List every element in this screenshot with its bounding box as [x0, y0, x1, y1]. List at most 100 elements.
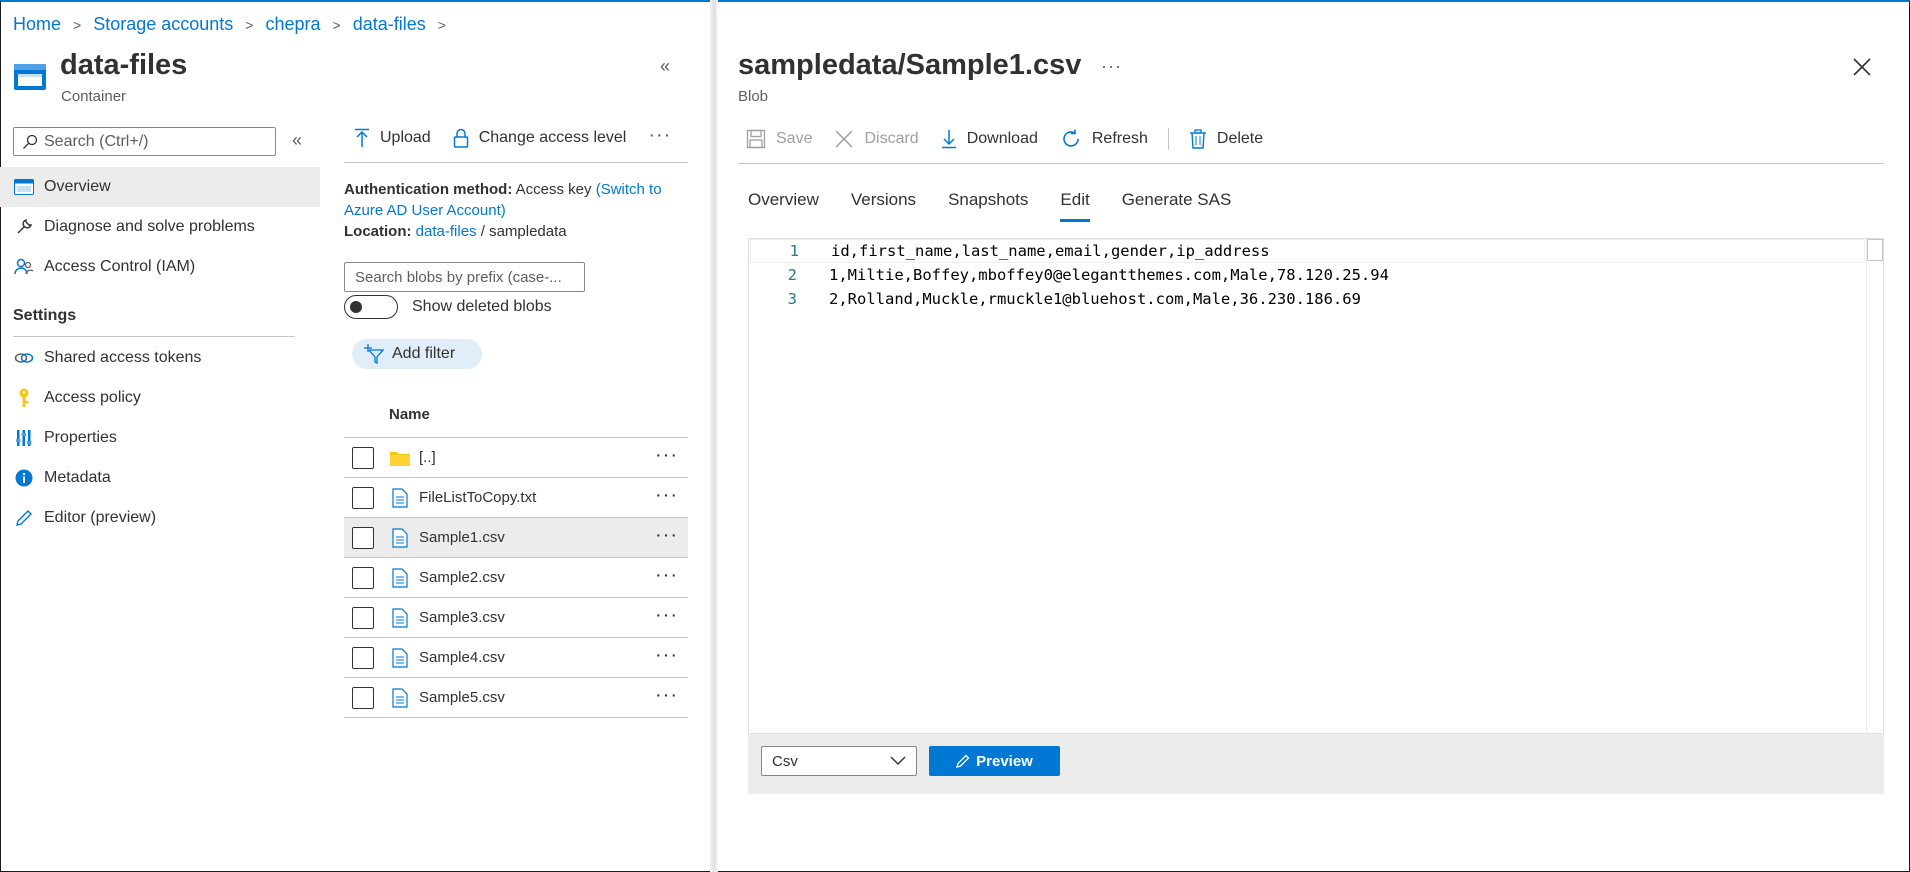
code-line[interactable]: 1 id,first_name,last_name,email,gender,i… [750, 239, 1865, 263]
sidebar-item-access-policy[interactable]: Access policy [0, 378, 320, 418]
file-icon [389, 607, 411, 629]
tab-versions[interactable]: Versions [851, 190, 916, 220]
sidebar-item-editor[interactable]: Editor (preview) [0, 498, 320, 538]
row-checkbox[interactable] [352, 486, 374, 509]
row-name[interactable]: Sample2.csv [419, 569, 505, 586]
row-checkbox[interactable] [352, 526, 374, 549]
preview-label: Preview [976, 752, 1033, 770]
sidebar-item-shared-access-tokens[interactable]: Shared access tokens [0, 338, 320, 378]
search-input[interactable]: Search (Ctrl+/) [13, 127, 276, 156]
row-name[interactable]: Sample4.csv [419, 649, 505, 666]
code-editor[interactable]: 1 id,first_name,last_name,email,gender,i… [748, 238, 1884, 734]
upload-button[interactable]: Upload [354, 128, 431, 148]
file-icon [389, 567, 411, 589]
row-name[interactable]: FileListToCopy.txt [419, 489, 536, 506]
filter-add-icon [364, 344, 385, 364]
row-name[interactable]: Sample5.csv [419, 689, 505, 706]
location-value: sampledata [489, 223, 567, 240]
row-name[interactable]: Sample3.csv [419, 609, 505, 626]
blob-toolbar: Save Discard Download Refresh Delete [746, 128, 1285, 150]
close-icon[interactable] [1851, 56, 1873, 78]
more-options-icon[interactable]: ··· [1101, 56, 1122, 77]
row-more-icon[interactable]: ··· [655, 444, 678, 467]
refresh-button[interactable]: Refresh [1060, 128, 1148, 150]
sidebar-item-label: Shared access tokens [44, 349, 202, 366]
overview-icon [13, 176, 35, 198]
table-row[interactable]: Sample3.csv ··· [344, 598, 688, 638]
line-text[interactable]: 2,Rolland,Muckle,rmuckle1@bluehost.com,M… [829, 290, 1361, 308]
row-more-icon[interactable]: ··· [655, 684, 678, 707]
tab-generate-sas[interactable]: Generate SAS [1122, 190, 1232, 220]
add-filter-button[interactable]: Add filter [352, 339, 482, 369]
tab-snapshots[interactable]: Snapshots [948, 190, 1028, 220]
row-checkbox[interactable] [352, 606, 374, 629]
preview-button[interactable]: Preview [929, 746, 1060, 776]
code-line[interactable]: 2 1,Miltie,Boffey,mboffey0@elegantthemes… [749, 263, 1389, 287]
breadcrumb-home[interactable]: Home [13, 14, 61, 35]
file-icon [389, 487, 411, 509]
change-access-level-button[interactable]: Change access level [453, 128, 626, 148]
table-row[interactable]: [..] ··· [344, 438, 688, 478]
row-checkbox[interactable] [352, 646, 374, 669]
auth-method-value: Access key [515, 181, 592, 198]
save-button[interactable]: Save [746, 129, 812, 149]
row-more-icon[interactable]: ··· [655, 524, 678, 547]
scrollbar-thumb[interactable] [1867, 239, 1883, 261]
vertical-scrollbar[interactable] [1866, 239, 1883, 734]
breadcrumb-storage-accounts[interactable]: Storage accounts [93, 14, 233, 35]
more-options-icon[interactable]: ··· [648, 124, 671, 147]
sidebar-item-label: Access policy [44, 389, 141, 406]
row-checkbox[interactable] [352, 686, 374, 709]
format-select[interactable]: Csv [761, 746, 917, 776]
location: Location: data-files / sampledata [344, 223, 567, 240]
location-link[interactable]: data-files [416, 223, 477, 240]
download-label: Download [966, 130, 1038, 147]
sidebar-item-label: Overview [44, 178, 111, 195]
breadcrumb-chepra[interactable]: chepra [265, 14, 320, 35]
format-select-value: Csv [772, 752, 798, 770]
add-filter-label: Add filter [392, 345, 456, 362]
line-text[interactable]: id,first_name,last_name,email,gender,ip_… [831, 242, 1270, 260]
column-header-name[interactable]: Name [389, 406, 430, 423]
table-row[interactable]: Sample1.csv ··· [344, 518, 688, 558]
row-more-icon[interactable]: ··· [655, 564, 678, 587]
file-icon [389, 647, 411, 669]
sidebar-item-properties[interactable]: Properties [0, 418, 320, 458]
sidebar-item-access-control[interactable]: Access Control (IAM) [0, 247, 320, 287]
breadcrumb-data-files[interactable]: data-files [353, 14, 426, 35]
delete-button[interactable]: Delete [1189, 129, 1263, 149]
table-row[interactable]: Sample5.csv ··· [344, 678, 688, 718]
auth-method: Authentication method: Access key (Switc… [344, 179, 694, 221]
line-text[interactable]: 1,Miltie,Boffey,mboffey0@elegantthemes.c… [829, 266, 1389, 284]
trash-icon [1189, 129, 1206, 149]
sidebar-item-metadata[interactable]: Metadata [0, 458, 320, 498]
sidebar-item-diagnose[interactable]: Diagnose and solve problems [0, 207, 320, 247]
tab-edit[interactable]: Edit [1060, 190, 1091, 222]
sidebar-nav: Overview Diagnose and solve problems Acc… [0, 167, 320, 287]
table-row[interactable]: Sample2.csv ··· [344, 558, 688, 598]
collapse-blade-icon[interactable]: « [660, 56, 670, 77]
table-row[interactable]: Sample4.csv ··· [344, 638, 688, 678]
sidebar-item-label: Access Control (IAM) [44, 258, 196, 275]
discard-button[interactable]: Discard [834, 129, 919, 149]
sidebar-item-overview[interactable]: Overview [0, 167, 320, 207]
row-more-icon[interactable]: ··· [655, 604, 678, 627]
divider [738, 163, 1884, 164]
row-name[interactable]: [..] [419, 449, 436, 466]
code-line[interactable]: 3 2,Rolland,Muckle,rmuckle1@bluehost.com… [749, 287, 1361, 311]
row-checkbox[interactable] [352, 566, 374, 589]
collapse-menu-icon[interactable]: « [292, 130, 302, 151]
line-number: 1 [789, 242, 799, 260]
tab-overview[interactable]: Overview [748, 190, 819, 220]
page-title: data-files [60, 49, 188, 81]
discard-label: Discard [864, 130, 919, 147]
blob-search-input[interactable]: Search blobs by prefix (case-... [344, 262, 585, 292]
row-more-icon[interactable]: ··· [655, 484, 678, 507]
row-more-icon[interactable]: ··· [655, 644, 678, 667]
location-label: Location: [344, 223, 412, 240]
download-button[interactable]: Download [941, 129, 1038, 149]
table-row[interactable]: FileListToCopy.txt ··· [344, 478, 688, 518]
row-checkbox[interactable] [352, 446, 374, 469]
row-name[interactable]: Sample1.csv [419, 529, 505, 546]
show-deleted-toggle[interactable] [344, 295, 398, 319]
